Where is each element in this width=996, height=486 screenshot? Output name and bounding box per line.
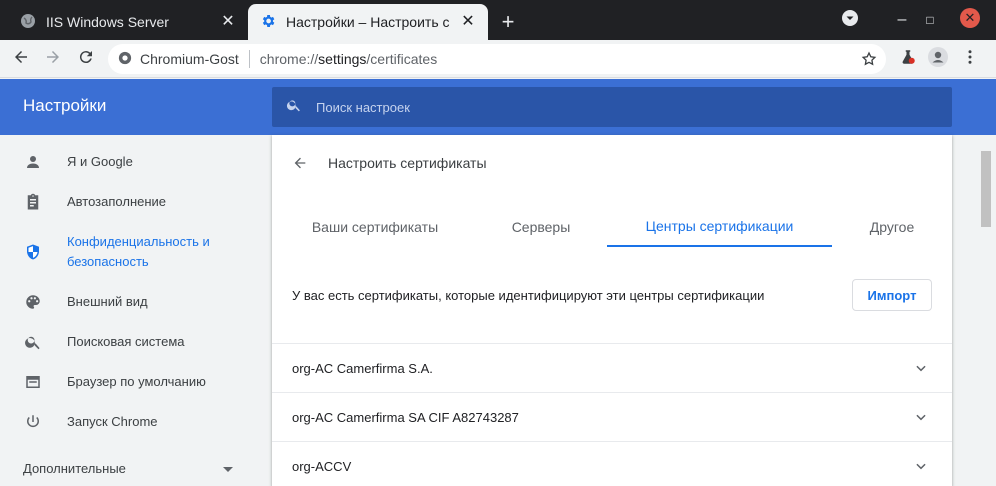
url-text: chrome://settings/certificates xyxy=(259,51,438,67)
settings-sidebar: Я и Google Автозаполнение Конфиденциальн… xyxy=(0,135,260,486)
chevron-down-icon[interactable] xyxy=(912,408,930,426)
sidebar-item-search-engine[interactable]: Поисковая система xyxy=(0,332,260,352)
star-icon[interactable] xyxy=(860,50,878,68)
list-item[interactable]: org-AC Camerfirma S.A. xyxy=(272,343,952,392)
tab-close-icon[interactable]: ✕ xyxy=(220,14,236,30)
maximize-button[interactable]: □ xyxy=(918,8,942,32)
clipboard-icon xyxy=(23,192,43,212)
certificate-name: org-AC Camerfirma SA CIF A82743287 xyxy=(292,409,519,425)
authorities-description: У вас есть сертификаты, которые идентифи… xyxy=(292,287,765,303)
tab-strip: IIS Windows Server ✕ Настройки – Настрои… xyxy=(0,0,996,40)
chevron-down-icon[interactable] xyxy=(912,359,930,377)
tab-close-icon[interactable]: ✕ xyxy=(460,14,476,30)
shield-icon xyxy=(23,242,43,262)
tab-servers[interactable]: Серверы xyxy=(482,207,600,247)
minimize-icon: – xyxy=(897,11,907,28)
scrollbar-thumb[interactable] xyxy=(981,151,991,227)
settings-search[interactable] xyxy=(272,87,952,127)
minimize-button[interactable]: – xyxy=(890,8,914,32)
certificate-name: org-ACCV xyxy=(292,458,352,474)
sidebar-item-you-and-google[interactable]: Я и Google xyxy=(0,152,260,172)
sidebar-advanced-label: Дополнительные xyxy=(23,461,126,476)
sidebar-advanced-toggle[interactable]: Дополнительные xyxy=(23,461,233,476)
avatar xyxy=(928,46,948,72)
certificate-list: org-AC Camerfirma S.A. org-AC Camerfirma… xyxy=(272,343,952,486)
page-scrollbar[interactable] xyxy=(978,135,996,486)
tab-title: IIS Windows Server xyxy=(46,14,169,30)
page-title: Настроить сертификаты xyxy=(328,155,487,171)
browser-tab-settings[interactable]: Настройки – Настроить с ✕ xyxy=(248,4,488,40)
tab-authorities[interactable]: Центры сертификации xyxy=(607,207,832,247)
extension-button[interactable] xyxy=(896,47,920,71)
browser-tab-iis[interactable]: IIS Windows Server ✕ xyxy=(8,4,248,40)
site-name: Chromium-Gost xyxy=(140,51,239,67)
close-icon: ✕ xyxy=(964,10,976,25)
close-window-button[interactable]: ✕ xyxy=(960,8,980,28)
browser-icon xyxy=(23,372,43,392)
sidebar-item-label: Я и Google xyxy=(67,154,133,169)
sidebar-item-label: Внешний вид xyxy=(67,294,148,309)
card-header: Настроить сертификаты xyxy=(272,135,952,191)
kebab-menu-icon xyxy=(961,48,979,71)
tab-your-certificates[interactable]: Ваши сертификаты xyxy=(290,207,460,247)
back-arrow-icon[interactable] xyxy=(290,153,310,173)
list-item[interactable]: org-ACCV xyxy=(272,441,952,486)
sidebar-item-label: Поисковая система xyxy=(67,334,185,349)
sidebar-item-appearance[interactable]: Внешний вид xyxy=(0,292,260,312)
chevron-down-circle-icon xyxy=(841,9,859,32)
certificates-card: Настроить сертификаты Ваши сертификаты С… xyxy=(272,135,952,486)
search-icon xyxy=(286,97,302,118)
gear-icon xyxy=(260,13,276,32)
sidebar-item-label: Конфиденциальность и безопасность xyxy=(67,234,210,269)
sidebar-item-privacy-security[interactable]: Конфиденциальность и безопасность xyxy=(0,232,260,272)
reload-icon xyxy=(77,48,95,71)
certificate-name: org-AC Camerfirma S.A. xyxy=(292,360,433,376)
sidebar-item-label: Автозаполнение xyxy=(67,194,167,209)
certificate-tabs: Ваши сертификаты Серверы Центры сертифик… xyxy=(272,207,952,247)
search-input[interactable] xyxy=(316,99,916,115)
reload-button[interactable] xyxy=(74,47,98,71)
settings-header: Настройки xyxy=(0,79,996,135)
tab-search-button[interactable] xyxy=(838,8,862,32)
omnibox-divider xyxy=(248,50,250,68)
list-item[interactable]: org-AC Camerfirma SA CIF A82743287 xyxy=(272,392,952,441)
address-bar[interactable]: Chromium-Gost chrome://settings/certific… xyxy=(108,44,886,74)
sidebar-item-label: Браузер по умолчанию xyxy=(67,374,206,389)
tab-other[interactable]: Другое xyxy=(852,207,932,247)
tab-title: Настройки – Настроить с xyxy=(286,14,450,30)
sidebar-item-default-browser[interactable]: Браузер по умолчанию xyxy=(0,372,260,392)
sidebar-item-autofill[interactable]: Автозаполнение xyxy=(0,192,260,212)
settings-title: Настройки xyxy=(23,96,107,115)
browser-toolbar: Chromium-Gost chrome://settings/certific… xyxy=(0,40,996,78)
arrow-left-icon xyxy=(12,48,30,71)
person-icon xyxy=(23,152,43,172)
maximize-icon: □ xyxy=(926,13,934,27)
globe-icon xyxy=(20,13,36,32)
chevron-down-icon[interactable] xyxy=(912,457,930,475)
new-tab-button[interactable]: + xyxy=(496,9,520,34)
sidebar-item-on-startup[interactable]: Запуск Chrome xyxy=(0,412,260,432)
menu-button[interactable] xyxy=(958,47,982,71)
flask-icon xyxy=(899,48,917,71)
search-icon xyxy=(23,332,43,352)
sidebar-item-label: Запуск Chrome xyxy=(67,414,158,429)
back-button[interactable] xyxy=(9,47,33,71)
import-button[interactable]: Импорт xyxy=(852,279,932,311)
forward-button[interactable] xyxy=(41,47,65,71)
power-icon xyxy=(23,412,43,432)
chromium-icon xyxy=(118,51,132,68)
palette-icon xyxy=(23,292,43,312)
arrow-right-icon xyxy=(44,48,62,71)
caret-down-icon xyxy=(223,461,233,476)
profile-button[interactable] xyxy=(926,46,950,72)
